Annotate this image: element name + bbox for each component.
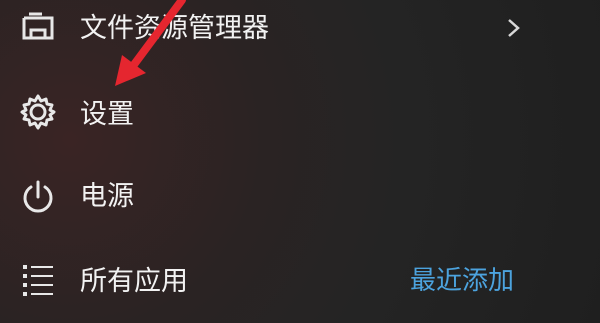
chevron-right-icon[interactable]: [505, 16, 523, 40]
menu-item-label: 所有应用: [80, 266, 188, 297]
gear-icon: [18, 92, 58, 132]
menu-item-label: 文件资源管理器: [80, 13, 269, 44]
menu-item-all-apps[interactable]: 所有应用 最近添加: [0, 248, 600, 312]
file-explorer-icon: [18, 8, 58, 48]
menu-item-settings[interactable]: 设置: [0, 82, 600, 146]
start-menu: 文件资源管理器 设置 电源 所有应用 最近添加: [0, 0, 600, 323]
menu-item-power[interactable]: 电源: [0, 165, 600, 229]
menu-item-label: 设置: [80, 99, 134, 130]
recently-added-link[interactable]: 最近添加: [410, 268, 514, 294]
power-icon: [18, 177, 58, 217]
list-icon: [18, 260, 58, 300]
menu-item-file-explorer[interactable]: 文件资源管理器: [0, 0, 600, 58]
menu-item-label: 电源: [80, 181, 134, 212]
